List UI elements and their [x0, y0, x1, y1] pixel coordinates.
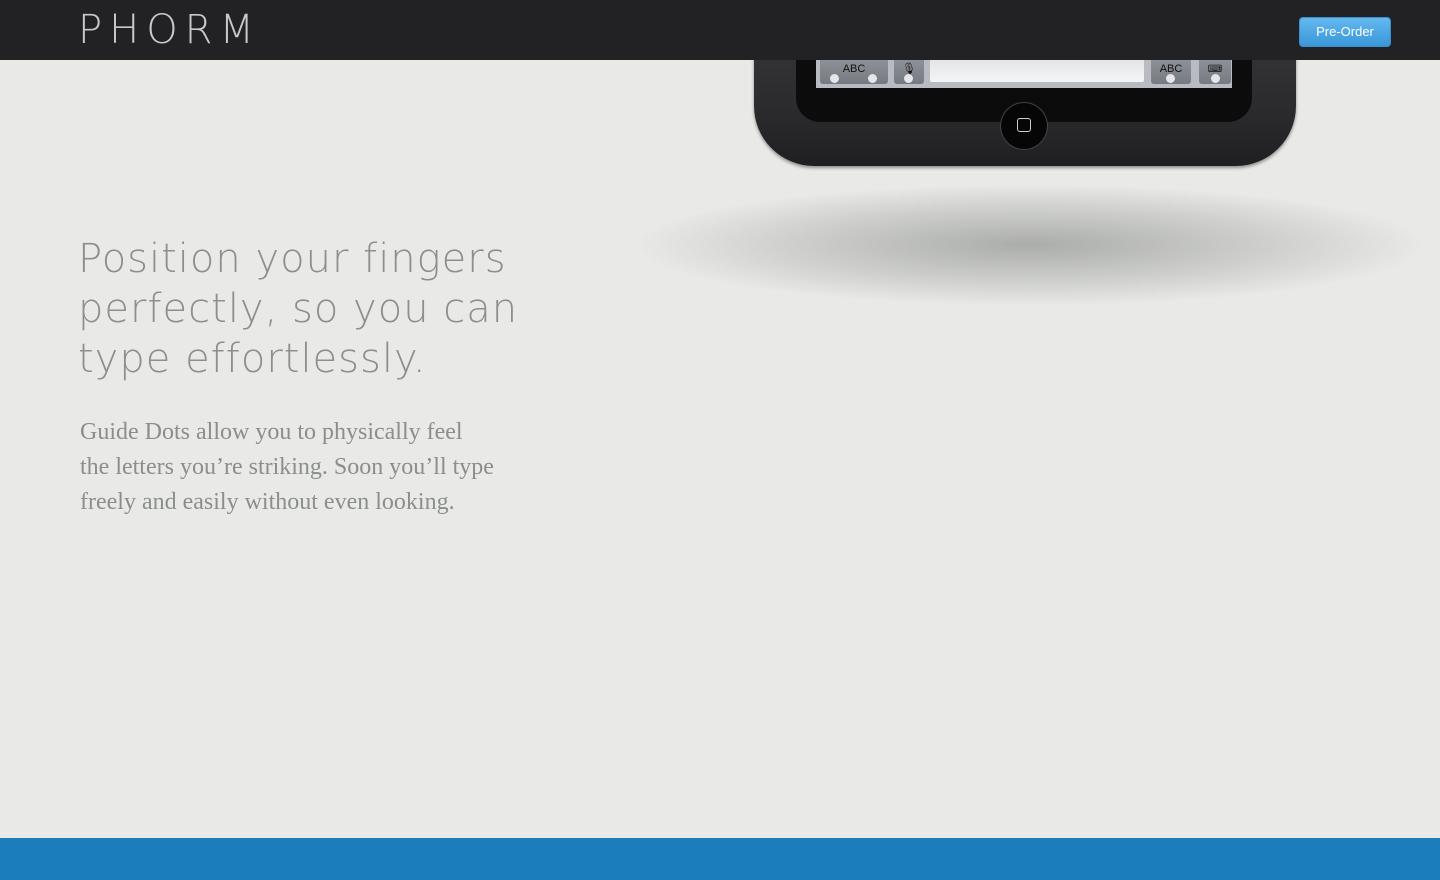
- guide-dot: [1211, 74, 1220, 83]
- tablet-home-button: [1001, 103, 1047, 149]
- footer-blue-band: [0, 838, 1440, 880]
- body-line: the letters you’re striking. Soon you’ll…: [80, 454, 494, 480]
- hero-body-text: Guide Dots allow you to physically feel …: [80, 415, 550, 520]
- guide-dot: [1166, 74, 1175, 83]
- guide-dot: [904, 74, 913, 83]
- phorm-logo[interactable]: PHORM: [78, 8, 261, 52]
- home-square-icon: [1017, 118, 1031, 132]
- guide-dot: [830, 74, 839, 83]
- keyboard-key-hide: ⌨: [1199, 58, 1231, 84]
- keyboard-key-abc-right: ABC: [1151, 58, 1191, 84]
- keyboard-key-mic: 🎙: [894, 58, 924, 84]
- body-line: Guide Dots allow you to physically feel: [80, 419, 463, 445]
- guide-dot: [868, 74, 877, 83]
- keyboard-key-abc-left: ABC: [820, 58, 888, 84]
- body-line: freely and easily without even looking.: [80, 489, 455, 515]
- device-shadow: [640, 185, 1420, 305]
- hero-headline: Position your fingers perfectly, so you …: [78, 234, 548, 384]
- headline-line: type effortlessly.: [78, 336, 427, 382]
- top-navigation-bar: PHORM Pre-Order: [0, 0, 1440, 60]
- tablet-text-field: [930, 58, 1144, 82]
- headline-line: perfectly, so you can: [78, 286, 519, 332]
- key-abc-left-label: ABC: [842, 63, 866, 75]
- headline-line: Position your fingers: [78, 236, 507, 282]
- pre-order-button[interactable]: Pre-Order: [1299, 17, 1391, 47]
